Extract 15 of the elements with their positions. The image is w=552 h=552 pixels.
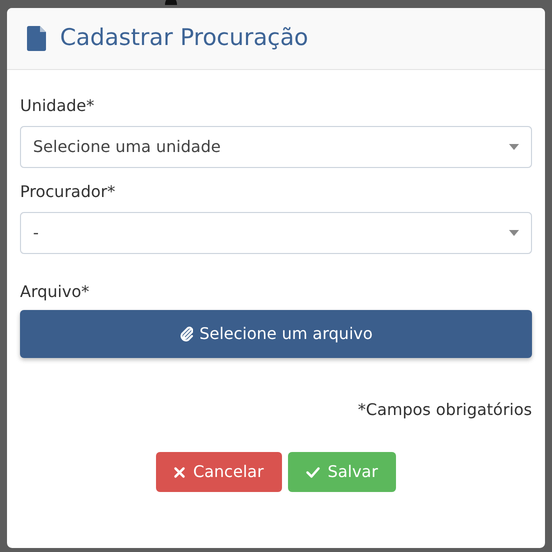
field-label: Unidade* xyxy=(20,96,96,116)
field-label: Procurador* xyxy=(20,182,116,202)
paperclip-icon xyxy=(179,326,194,342)
field-label: Arquivo* xyxy=(20,282,90,302)
dropdown-caret-icon xyxy=(509,144,519,150)
required-fields-note: *Campos obrigatórios xyxy=(358,399,532,421)
dialog-title: Cadastrar Procuração xyxy=(60,24,308,54)
dropdown-caret-icon xyxy=(509,230,519,236)
file-select-button[interactable]: Selecione um arquivo xyxy=(20,310,532,358)
select-field[interactable]: Selecione uma unidade xyxy=(20,126,532,168)
document-icon xyxy=(27,26,46,51)
checkmark-icon xyxy=(306,466,320,478)
select-field[interactable]: - xyxy=(20,212,532,254)
cancel-button[interactable]: Cancelar xyxy=(156,452,282,492)
close-icon xyxy=(174,466,186,478)
